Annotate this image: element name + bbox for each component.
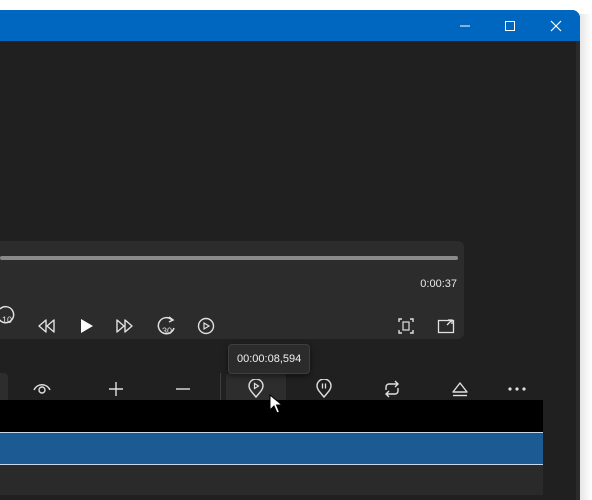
skip-forward-button[interactable]: 30 xyxy=(150,310,182,342)
toolbar-separator xyxy=(220,373,221,403)
window-shadow xyxy=(580,14,592,500)
close-button[interactable] xyxy=(533,10,579,41)
eject-icon xyxy=(452,382,468,397)
seek-bar[interactable] xyxy=(0,256,458,260)
fit-screen-button[interactable] xyxy=(390,310,422,342)
plus-icon xyxy=(109,382,123,396)
svg-text:10: 10 xyxy=(2,315,12,325)
fast-forward-icon xyxy=(116,319,133,333)
mouse-cursor-icon xyxy=(269,394,283,414)
eye-icon xyxy=(33,384,51,394)
fit-screen-icon xyxy=(398,318,414,334)
loop-icon xyxy=(385,380,399,398)
app-window: 0:00:37 10 30 00:00:08,594 xyxy=(0,10,580,500)
svg-text:30: 30 xyxy=(162,326,172,336)
skip-forward-30-icon: 30 xyxy=(157,316,175,336)
skip-back-button[interactable]: 10 xyxy=(0,299,22,331)
skip-back-10-icon: 10 xyxy=(0,305,15,325)
window-edge xyxy=(576,41,580,500)
player-controls: 0:00:37 10 30 xyxy=(0,241,464,339)
close-icon xyxy=(550,20,562,31)
ellipsis-icon xyxy=(508,387,526,391)
timestamp-tooltip: 00:00:08,594 xyxy=(228,344,311,374)
play-button[interactable] xyxy=(70,310,102,342)
minus-icon xyxy=(176,388,190,390)
mini-player-icon xyxy=(437,319,455,334)
maximize-button[interactable] xyxy=(487,10,533,41)
minimize-button[interactable] xyxy=(442,10,488,41)
mini-player-button[interactable] xyxy=(430,310,462,342)
total-time: 0:00:37 xyxy=(420,278,457,290)
marker-play-icon xyxy=(248,379,264,399)
timeline-selected-track[interactable] xyxy=(0,432,543,465)
minimize-icon xyxy=(460,25,470,26)
title-bar[interactable] xyxy=(0,10,580,41)
timeline-track[interactable] xyxy=(0,465,543,495)
fast-forward-button[interactable] xyxy=(109,310,141,342)
maximize-icon xyxy=(505,20,515,31)
rewind-button[interactable] xyxy=(30,310,62,342)
repeat-play-button[interactable] xyxy=(190,310,222,342)
marker-pause-icon xyxy=(316,379,332,399)
repeat-play-icon xyxy=(197,317,215,335)
rewind-icon xyxy=(38,319,55,333)
play-icon xyxy=(81,319,93,333)
